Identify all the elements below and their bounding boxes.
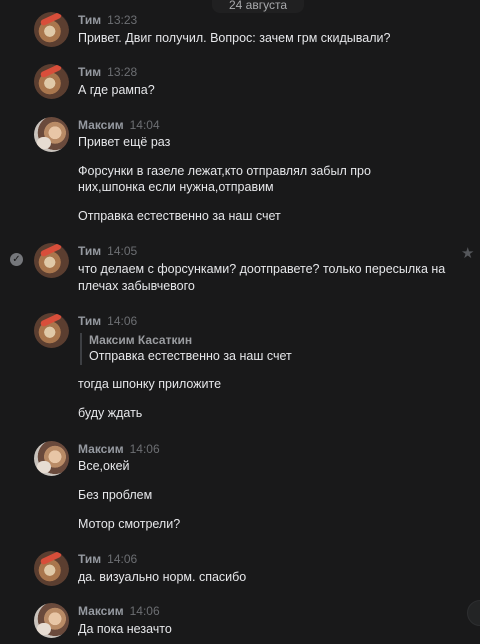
message-text: Отправка естественно за наш счет: [78, 209, 281, 223]
quote-text: Отправка естественно за наш счет: [89, 349, 292, 363]
message-meta: Тим 14:06: [78, 314, 137, 328]
message-meta: Тим 14:06: [78, 552, 137, 566]
avatar[interactable]: [34, 64, 69, 99]
message-time: 14:06: [107, 314, 138, 328]
avatar[interactable]: [34, 551, 69, 586]
message[interactable]: Тим 13:28 А где рампа?: [0, 64, 480, 104]
message[interactable]: ✓ Тим 14:05 что делаем с форсунками? доот…: [0, 243, 480, 297]
avatar[interactable]: [34, 603, 69, 638]
message-text: Мотор смотрели?: [78, 517, 181, 531]
author-name[interactable]: Максим: [78, 118, 124, 132]
avatar[interactable]: [34, 12, 69, 47]
message-time: 14:05: [107, 244, 138, 258]
message-meta: Максим 14:06: [78, 604, 160, 618]
message-time: 13:23: [107, 13, 138, 27]
star-icon[interactable]: ★: [461, 246, 474, 261]
message[interactable]: Тим 13:23 Привет. Двиг получил. Вопрос: з…: [0, 12, 480, 52]
message-text: Привет ещё раз: [78, 135, 171, 149]
author-name[interactable]: Тим: [78, 65, 101, 79]
message-time: 13:28: [107, 65, 138, 79]
message-time: 14:06: [129, 442, 160, 456]
avatar[interactable]: [34, 313, 69, 348]
author-name[interactable]: Максим: [78, 442, 124, 456]
message-text: Привет. Двиг получил. Вопрос: зачем грм …: [78, 31, 391, 45]
message[interactable]: Максим 14:06 Да пока незачто: [0, 603, 480, 643]
message-time: 14:06: [107, 552, 138, 566]
message-time: 14:06: [129, 604, 160, 618]
message-text: буду ждать: [78, 406, 143, 420]
message[interactable]: Тим 14:06 Максим Касаткин Отправка естест…: [0, 313, 480, 425]
forwarded-quote[interactable]: Максим Касаткин Отправка естественно за …: [80, 333, 292, 365]
avatar[interactable]: [34, 441, 69, 476]
message-text: Да пока незачто: [78, 622, 172, 636]
message-text: что делаем с форсунками? доотправете? то…: [78, 262, 446, 276]
message-text: плечах забывчевого: [78, 279, 195, 293]
message-text: Все,окей: [78, 459, 130, 473]
check-circle-icon[interactable]: ✓: [10, 253, 23, 266]
message-text: Без проблем: [78, 488, 153, 502]
message-text: А где рампа?: [78, 83, 155, 97]
quote-author[interactable]: Максим Касаткин: [89, 333, 292, 348]
message-meta: Тим 13:23: [78, 13, 137, 27]
avatar[interactable]: [34, 117, 69, 152]
message-text: них,шпонка если нужна,отправим: [78, 180, 274, 194]
message-meta: Тим 14:05: [78, 244, 137, 258]
message-text: Форсунки в газеле лежат,кто отправлял за…: [78, 164, 371, 178]
avatar[interactable]: [34, 243, 69, 278]
message-meta: Максим 14:06: [78, 442, 160, 456]
author-name[interactable]: Тим: [78, 244, 101, 258]
message[interactable]: Тим 14:06 да. визуально норм. спасибо: [0, 551, 480, 591]
message-text: тогда шпонку приложите: [78, 377, 222, 391]
message-meta: Тим 13:28: [78, 65, 137, 79]
message-text: да. визуально норм. спасибо: [78, 570, 247, 584]
message-time: 14:04: [129, 118, 160, 132]
author-name[interactable]: Тим: [78, 13, 101, 27]
message[interactable]: Максим 14:04 Привет ещё раз Форсунки в га…: [0, 117, 480, 227]
message-meta: Максим 14:04: [78, 118, 160, 132]
message[interactable]: Максим 14:06 Все,окей Без проблем Мотор с…: [0, 441, 480, 537]
author-name[interactable]: Тим: [78, 552, 101, 566]
author-name[interactable]: Максим: [78, 604, 124, 618]
author-name[interactable]: Тим: [78, 314, 101, 328]
